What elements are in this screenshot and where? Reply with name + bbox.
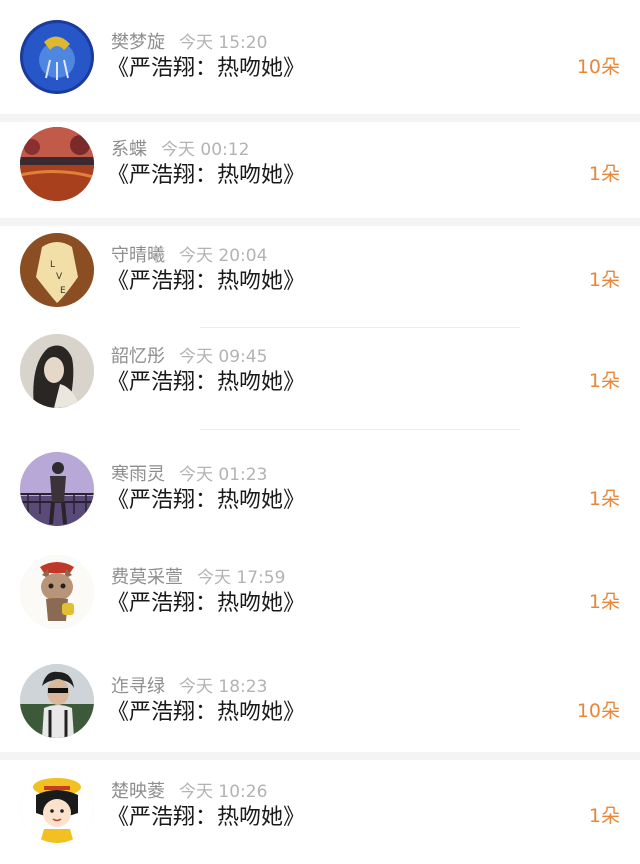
list-item[interactable]: 寒雨灵 今天 01:23 《严浩翔：热吻她》 1朵 <box>0 452 640 548</box>
list-item[interactable]: 迮寻绿 今天 18:23 《严浩翔：热吻她》 10朵 <box>0 664 640 760</box>
svg-text:L: L <box>50 260 55 270</box>
flower-count: 10朵 <box>576 700 620 722</box>
paper-heart-love-avatar-icon[interactable]: L V E <box>20 233 94 307</box>
song-title: 《严浩翔：热吻她》 <box>107 370 306 395</box>
song-title: 《严浩翔：热吻她》 <box>107 805 306 830</box>
list-item[interactable]: 樊梦旋 今天 15:20 《严浩翔：热吻她》 10朵 <box>0 20 640 116</box>
flower-count: 1朵 <box>588 591 620 613</box>
list-item[interactable]: 韶忆彤 今天 09:45 《严浩翔：热吻她》 1朵 <box>0 334 640 430</box>
person-at-railing-avatar-icon[interactable] <box>20 452 94 526</box>
song-title: 《严浩翔：热吻她》 <box>107 591 306 616</box>
flower-count: 1朵 <box>588 269 620 291</box>
row-separator <box>200 429 520 430</box>
cartoon-girl-hat-avatar-icon[interactable] <box>20 769 94 843</box>
blue-crystal-avatar-icon[interactable] <box>20 20 94 94</box>
svg-text:V: V <box>56 272 63 282</box>
list-item[interactable]: 楚映菱 今天 10:26 《严浩翔：热吻她》 1朵 <box>0 769 640 864</box>
flower-count: 1朵 <box>588 163 620 185</box>
gift-record-list: 樊梦旋 今天 15:20 《严浩翔：热吻她》 10朵 系蝶 今天 00:12 《严浩… <box>0 0 640 864</box>
cartoon-cat-avatar-icon[interactable] <box>20 555 94 629</box>
boy-with-sunglasses-avatar-icon[interactable] <box>20 664 94 738</box>
list-item[interactable]: 系蝶 今天 00:12 《严浩翔：热吻她》 1朵 <box>0 127 640 223</box>
song-title: 《严浩翔：热吻她》 <box>107 163 306 188</box>
flower-count: 1朵 <box>588 370 620 392</box>
song-title: 《严浩翔：热吻她》 <box>107 700 306 725</box>
svg-text:E: E <box>60 286 66 296</box>
section-divider <box>0 114 640 122</box>
girl-portrait-avatar-icon[interactable] <box>20 334 94 408</box>
song-title: 《严浩翔：热吻她》 <box>107 56 306 81</box>
list-item[interactable]: L V E 守晴曦 今天 20:04 《严浩翔：热吻她》 1朵 <box>0 233 640 329</box>
list-item[interactable]: 费莫采萱 今天 17:59 《严浩翔：热吻她》 1朵 <box>0 555 640 651</box>
flower-count: 1朵 <box>588 805 620 827</box>
flower-count: 10朵 <box>576 56 620 78</box>
row-separator <box>200 327 520 328</box>
section-divider <box>0 218 640 226</box>
song-title: 《严浩翔：热吻她》 <box>107 488 306 513</box>
sunset-lake-avatar-icon[interactable] <box>20 127 94 201</box>
section-divider <box>0 752 640 760</box>
flower-count: 1朵 <box>588 488 620 510</box>
song-title: 《严浩翔：热吻她》 <box>107 269 306 294</box>
